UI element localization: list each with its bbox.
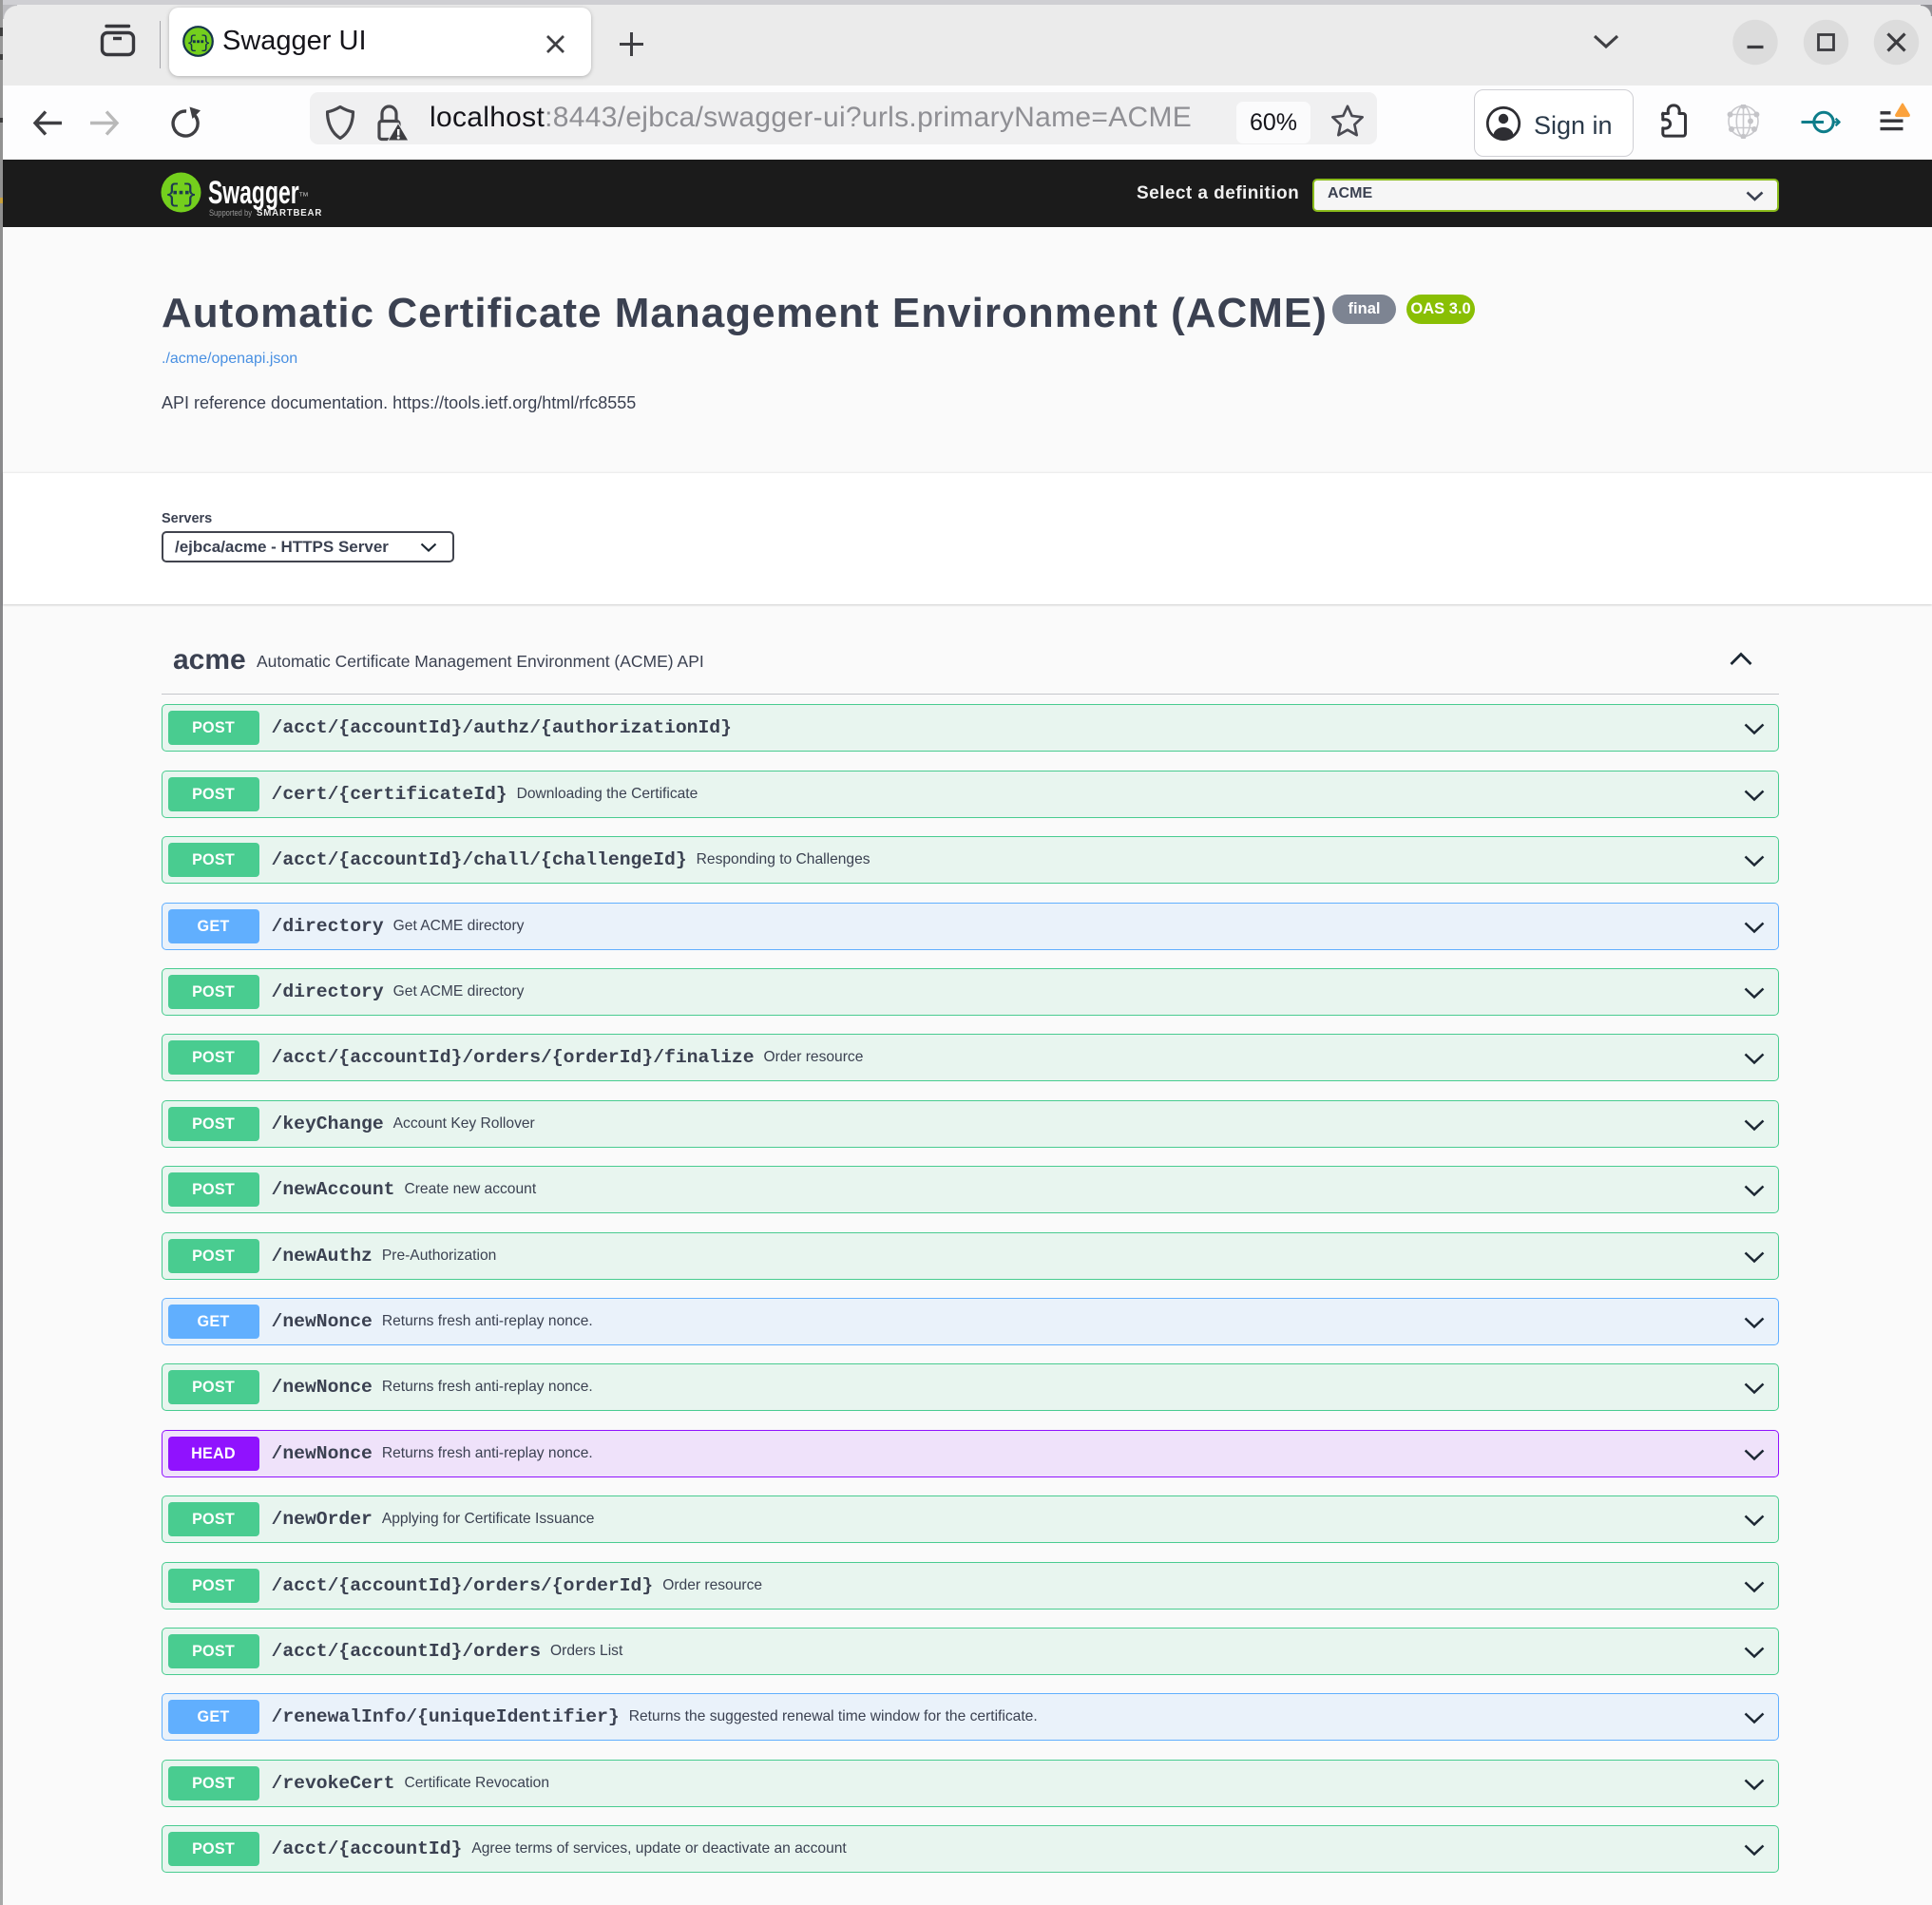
svg-text:{: { bbox=[186, 33, 197, 53]
svg-text:}: } bbox=[182, 181, 198, 209]
svg-text:{: { bbox=[164, 181, 180, 209]
svg-text:}: } bbox=[201, 33, 211, 53]
